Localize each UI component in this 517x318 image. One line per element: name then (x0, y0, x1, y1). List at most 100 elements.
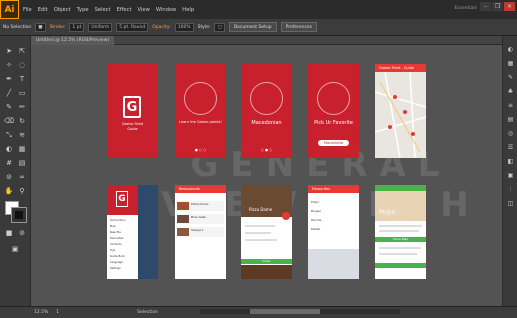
type-tool-icon[interactable]: T (16, 74, 28, 84)
restaurants-title: Restaurants (179, 187, 200, 191)
artboard-restaurants[interactable]: Restaurants Pizza Dome Blue Gate Skopje'… (175, 185, 226, 279)
gradient-tool-icon[interactable]: ▤ (16, 158, 28, 168)
swatches-panel-icon[interactable]: ▦ (506, 60, 515, 67)
artboard-onboarding-1[interactable]: Learn the Gastro points! ● ○ ○ (175, 64, 226, 158)
gradient-panel-icon[interactable]: ▤ (506, 116, 515, 123)
restore-icon[interactable]: ❐ (492, 2, 503, 11)
stroke-color-swatch[interactable] (11, 207, 27, 223)
profile-dropdown[interactable]: Uniform (88, 22, 113, 32)
artboard-splash[interactable]: G Gastro Point Guide (107, 64, 158, 158)
direct-selection-tool-icon[interactable]: ⇱ (16, 46, 28, 56)
menu-type[interactable]: Type (77, 7, 89, 13)
page-dots: ● ○ ○ (194, 148, 207, 152)
artboard-map[interactable]: Gastro Point - Guide (375, 64, 426, 158)
warp-tool-icon[interactable]: ≋ (16, 130, 28, 140)
menu-view[interactable]: View (138, 7, 150, 13)
document-tab[interactable]: Untitled @ 12.5% (RGB/Preview) (31, 36, 115, 45)
list-item[interactable]: Tavche (311, 216, 321, 225)
rectangle-tool-icon[interactable]: ▭ (16, 88, 28, 98)
app-logo-icon: G (123, 96, 141, 118)
scroll-thumb[interactable] (250, 309, 320, 314)
info-line (245, 232, 271, 234)
brush-dropdown[interactable]: 5 pt. Round (116, 22, 149, 32)
style-label: Style: (197, 24, 211, 30)
pencil-tool-icon[interactable]: ✏ (16, 102, 28, 112)
menu-select[interactable]: Select (95, 7, 111, 13)
none-color-icon[interactable]: ⊘ (16, 228, 28, 238)
brush-tool-icon[interactable]: ✎ (3, 102, 15, 112)
rotate-tool-icon[interactable]: ↻ (16, 116, 28, 126)
style-swatch[interactable]: □ (214, 22, 225, 32)
show-map-button[interactable]: Show Map (375, 237, 426, 242)
menu-help[interactable]: Help (182, 7, 194, 13)
layers-panel-icon[interactable]: ◧ (506, 158, 515, 165)
dish-photo (375, 191, 426, 221)
symbols-panel-icon[interactable]: ♣ (506, 88, 515, 95)
menu-window[interactable]: Window (156, 7, 176, 13)
minimize-icon[interactable]: – (480, 2, 491, 11)
list-item[interactable]: Blue Gate (177, 214, 224, 224)
scale-tool-icon[interactable]: ⤡ (3, 130, 15, 140)
align-panel-icon[interactable]: ⫶ (506, 186, 515, 193)
list-item[interactable]: Pinjur (311, 198, 321, 207)
stroke-weight-field[interactable]: 1 pt (69, 22, 85, 32)
order-button[interactable]: Order (241, 259, 292, 264)
artboard-number[interactable]: 1 (56, 310, 59, 315)
line-tool-icon[interactable]: ╱ (3, 88, 15, 98)
list-item[interactable]: Kebab (311, 225, 321, 234)
opacity-field[interactable]: 100% (174, 22, 194, 32)
pathfinder-panel-icon[interactable]: ◫ (506, 200, 515, 207)
lasso-icon[interactable]: ◌ (16, 60, 28, 70)
zoom-level[interactable]: 12.5% (34, 310, 48, 315)
info-line (245, 225, 275, 227)
color-mode-icon[interactable]: ■ (3, 228, 15, 238)
artboard-onboarding-3[interactable]: Pick Ur Favorite Macedonia (308, 64, 359, 158)
stroke-panel-icon[interactable]: ≡ (506, 102, 515, 109)
artboard-favourites[interactable]: Favourites Pinjur Burger Tavche Kebab (308, 185, 359, 279)
perspective-grid-icon[interactable]: ▦ (16, 144, 28, 154)
document-tab-bar: Untitled @ 12.5% (RGB/Preview) (31, 36, 502, 45)
list-item[interactable]: Pizza Dome (177, 201, 224, 211)
fill-swatch[interactable]: ■ (35, 22, 46, 32)
restaurant-tag: Pizza Dome (249, 207, 273, 212)
keyboard[interactable] (308, 249, 359, 279)
start-button[interactable]: Macedonia (318, 140, 349, 146)
eraser-tool-icon[interactable]: ⌫ (3, 116, 15, 126)
preferences-button[interactable]: Preferences (280, 22, 318, 32)
horizontal-scrollbar[interactable] (200, 309, 400, 314)
close-icon[interactable]: ✕ (504, 2, 515, 11)
menu-item[interactable]: Settings (110, 266, 126, 272)
menu-effect[interactable]: Effect (117, 7, 132, 13)
workspace-switcher[interactable]: Essentials (454, 6, 477, 11)
pen-tool-icon[interactable]: ✒ (3, 74, 15, 84)
canvas[interactable]: GENERAL VIEW TECH G Gastro Point Guide L… (31, 45, 502, 306)
color-panel-icon[interactable]: ◐ (506, 46, 515, 53)
blend-tool-icon[interactable]: ∞ (16, 172, 28, 182)
thumbnail-image (177, 228, 189, 236)
menu-edit[interactable]: Edit (38, 7, 48, 13)
artboard-side-menu[interactable]: G Home Menu Map Near Me Favourites Conta… (107, 185, 158, 279)
screen-mode-icon[interactable]: ▣ (9, 244, 21, 254)
appearance-panel-icon[interactable]: ☰ (506, 144, 515, 151)
panel-dock: ◐ ▦ ✎ ♣ ≡ ▤ ◎ ☰ ◧ ▣ ⫶ ◫ (502, 36, 517, 306)
document-setup-button[interactable]: Document Setup (228, 22, 277, 32)
brushes-panel-icon[interactable]: ✎ (506, 74, 515, 81)
eyedropper-icon[interactable]: ⊘ (3, 172, 15, 182)
list-item[interactable]: Burger (311, 207, 321, 216)
hand-tool-icon[interactable]: ✋ (3, 186, 15, 196)
selection-tool-icon[interactable]: ➤ (3, 46, 15, 56)
list-item[interactable]: Skopje's (177, 227, 224, 237)
content-overlay (138, 185, 158, 279)
mesh-tool-icon[interactable]: # (3, 158, 15, 168)
shape-builder-icon[interactable]: ◐ (3, 144, 15, 154)
artboards-panel-icon[interactable]: ▣ (506, 172, 515, 179)
menu-object[interactable]: Object (54, 7, 71, 13)
artboard-dish-detail[interactable]: Pinjur Show Map (375, 185, 426, 279)
artboard-restaurant-detail[interactable]: Pizza Dome Order (241, 185, 292, 279)
artboard-onboarding-2[interactable]: Macedonian ○ ● ○ (241, 64, 292, 158)
menu-file[interactable]: File (23, 7, 32, 13)
transparency-panel-icon[interactable]: ◎ (506, 130, 515, 137)
zoom-tool-icon[interactable]: ⚲ (16, 186, 28, 196)
favourite-fab[interactable] (282, 212, 290, 220)
magic-wand-icon[interactable]: ✧ (3, 60, 15, 70)
